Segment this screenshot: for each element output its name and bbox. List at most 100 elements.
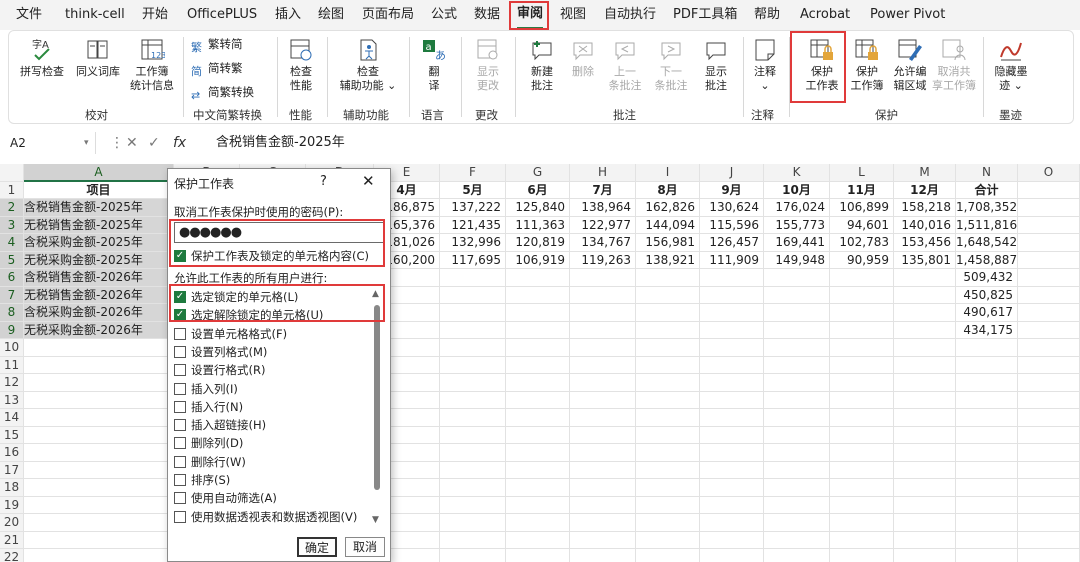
select-all-corner[interactable] xyxy=(0,164,24,182)
row-header-7[interactable]: 7 xyxy=(0,286,24,304)
cell-K15[interactable] xyxy=(764,426,830,444)
cell-I7[interactable] xyxy=(636,286,700,304)
translate-button[interactable]: aあ 翻 译 xyxy=(413,37,455,93)
cell-G8[interactable] xyxy=(506,304,570,322)
cell-L18[interactable] xyxy=(830,479,894,497)
cell-L19[interactable] xyxy=(830,496,894,514)
cell-I2[interactable]: 162,826 xyxy=(636,199,700,217)
cell-H14[interactable] xyxy=(570,409,636,427)
cell-F14[interactable] xyxy=(440,409,506,427)
cell-O9[interactable] xyxy=(1018,321,1080,339)
menu-item-13[interactable]: 帮助 xyxy=(754,0,780,30)
cell-L2[interactable]: 106,899 xyxy=(830,199,894,217)
cell-F9[interactable] xyxy=(440,321,506,339)
cell-G18[interactable] xyxy=(506,479,570,497)
row-header-16[interactable]: 16 xyxy=(0,444,24,462)
cell-N18[interactable] xyxy=(956,479,1018,497)
close-icon[interactable]: ✕ xyxy=(362,172,375,190)
cell-H19[interactable] xyxy=(570,496,636,514)
cell-J9[interactable] xyxy=(700,321,764,339)
cell-M20[interactable] xyxy=(894,514,956,532)
cell-J17[interactable] xyxy=(700,461,764,479)
cell-K9[interactable] xyxy=(764,321,830,339)
scroll-thumb[interactable] xyxy=(374,305,380,490)
cancel-icon[interactable]: ✕ xyxy=(126,132,138,154)
cell-I16[interactable] xyxy=(636,444,700,462)
cell-I14[interactable] xyxy=(636,409,700,427)
cell-F11[interactable] xyxy=(440,356,506,374)
cell-F12[interactable] xyxy=(440,374,506,392)
cell-F19[interactable] xyxy=(440,496,506,514)
cell-G1[interactable]: 6月 xyxy=(506,181,570,199)
cell-H4[interactable]: 134,767 xyxy=(570,234,636,252)
cell-M15[interactable] xyxy=(894,426,956,444)
previous-comment-button[interactable]: 上一 条批注 xyxy=(603,37,647,93)
row-header-13[interactable]: 13 xyxy=(0,391,24,409)
cell-H3[interactable]: 122,977 xyxy=(570,216,636,234)
check-accessibility-button[interactable]: 检查 辅助功能 ⌄ xyxy=(335,37,401,93)
permission-checkbox-12[interactable] xyxy=(174,510,186,523)
cell-K21[interactable] xyxy=(764,531,830,549)
cell-J12[interactable] xyxy=(700,374,764,392)
cell-I22[interactable] xyxy=(636,549,700,562)
cell-L10[interactable] xyxy=(830,339,894,357)
cell-O21[interactable] xyxy=(1018,531,1080,549)
cell-G21[interactable] xyxy=(506,531,570,549)
cell-L15[interactable] xyxy=(830,426,894,444)
cell-J13[interactable] xyxy=(700,391,764,409)
cell-G16[interactable] xyxy=(506,444,570,462)
permission-checkbox-3[interactable] xyxy=(174,345,186,358)
cell-L22[interactable] xyxy=(830,549,894,562)
delete-comment-button[interactable]: 删除 xyxy=(565,37,601,79)
cell-F4[interactable]: 132,996 xyxy=(440,234,506,252)
cell-H9[interactable] xyxy=(570,321,636,339)
cell-I13[interactable] xyxy=(636,391,700,409)
column-header-M[interactable]: M xyxy=(894,164,956,182)
menu-item-1[interactable]: think-cell xyxy=(65,0,125,30)
cell-M6[interactable] xyxy=(894,269,956,287)
cell-N7[interactable]: 450,825 xyxy=(956,286,1018,304)
permission-checkbox-1[interactable]: ✓ xyxy=(174,309,186,322)
ok-button[interactable]: 确定 xyxy=(297,537,337,557)
cell-J19[interactable] xyxy=(700,496,764,514)
cell-M13[interactable] xyxy=(894,391,956,409)
cell-O12[interactable] xyxy=(1018,374,1080,392)
cell-O6[interactable] xyxy=(1018,269,1080,287)
cell-F6[interactable] xyxy=(440,269,506,287)
cell-J7[interactable] xyxy=(700,286,764,304)
password-field[interactable]: ●●●●●● xyxy=(174,222,384,243)
cell-J6[interactable] xyxy=(700,269,764,287)
menu-item-7[interactable]: 公式 xyxy=(431,0,457,30)
row-header-4[interactable]: 4 xyxy=(0,234,24,252)
cell-K1[interactable]: 10月 xyxy=(764,181,830,199)
cell-O22[interactable] xyxy=(1018,549,1080,562)
cell-L3[interactable]: 94,601 xyxy=(830,216,894,234)
menu-item-9[interactable]: 审阅 xyxy=(517,0,544,30)
cell-L8[interactable] xyxy=(830,304,894,322)
cell-H7[interactable] xyxy=(570,286,636,304)
cell-A16[interactable] xyxy=(24,444,174,462)
cell-I6[interactable] xyxy=(636,269,700,287)
cell-K13[interactable] xyxy=(764,391,830,409)
cell-M3[interactable]: 140,016 xyxy=(894,216,956,234)
cell-F3[interactable]: 121,435 xyxy=(440,216,506,234)
cell-J11[interactable] xyxy=(700,356,764,374)
cell-O4[interactable] xyxy=(1018,234,1080,252)
cell-M2[interactable]: 158,218 xyxy=(894,199,956,217)
menu-item-11[interactable]: 自动执行 xyxy=(604,0,656,30)
protect-contents-checkbox[interactable]: ✓ xyxy=(174,250,186,262)
cell-I1[interactable]: 8月 xyxy=(636,181,700,199)
cell-A14[interactable] xyxy=(24,409,174,427)
cell-L1[interactable]: 11月 xyxy=(830,181,894,199)
cell-I11[interactable] xyxy=(636,356,700,374)
cell-J2[interactable]: 130,624 xyxy=(700,199,764,217)
cell-M18[interactable] xyxy=(894,479,956,497)
cell-H12[interactable] xyxy=(570,374,636,392)
scroll-down-icon[interactable]: ▼ xyxy=(372,515,379,525)
cell-J3[interactable]: 115,596 xyxy=(700,216,764,234)
row-header-14[interactable]: 14 xyxy=(0,409,24,427)
menu-item-5[interactable]: 绘图 xyxy=(318,0,344,30)
cell-O2[interactable] xyxy=(1018,199,1080,217)
cell-F21[interactable] xyxy=(440,531,506,549)
cell-G14[interactable] xyxy=(506,409,570,427)
